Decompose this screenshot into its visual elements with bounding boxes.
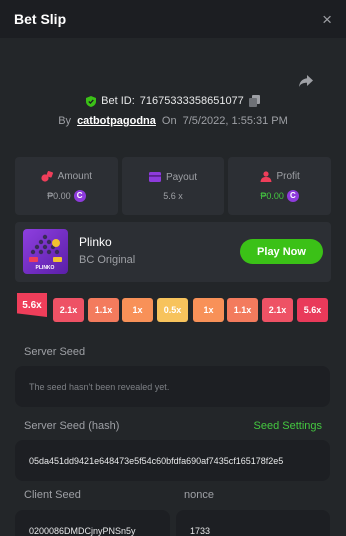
multiplier-tile: 0.5x [157,298,188,322]
profit-icon [260,170,271,182]
multiplier-tile: 1x [122,298,153,322]
amount-icon [40,170,53,182]
stat-amount: Amount ₱0.00 C [15,157,118,215]
result-multiplier-flag: 5.6x [17,293,47,317]
bet-stats: Amount ₱0.00 C Payout 5.6 x Profit ₱0.00… [15,157,332,215]
game-name: Plinko [79,235,112,249]
game-card: PLINKO Plinko BC Original Play Now [15,222,331,282]
copy-icon[interactable] [248,95,260,107]
currency-coin-icon: C [73,189,86,202]
multiplier-tile: 2.1x [53,298,84,322]
bet-author-row: By catbotpagodna On 7/5/2022, 1:55:31 PM [0,115,346,127]
username-link[interactable]: catbotpagodna [77,115,156,127]
on-label: On [161,115,177,127]
profit-value: ₱0.00 [260,190,284,201]
client-seed-field[interactable]: 0200086DMDCjnyPNSn5y [15,510,170,536]
bet-id-row: Bet ID: 71675333358651077 [0,95,346,107]
bet-slip-title: Bet Slip [14,11,67,27]
multiplier-tile: 1.1x [88,298,119,322]
plinko-thumbnail[interactable]: PLINKO [23,229,68,274]
multiplier-tile: 1x [193,298,224,322]
plinko-pyramid-icon: PLINKO [29,234,62,271]
close-icon[interactable]: × [322,11,332,28]
game-provider: BC Original [79,254,136,266]
bet-id-value: 71675333358651077 [139,95,244,107]
server-seed-hash-label: Server Seed (hash) [24,420,120,432]
payout-label: Payout [165,171,198,183]
verified-shield-icon [86,95,97,107]
currency-coin-icon: C [286,189,299,202]
server-seed-label: Server Seed [24,346,86,358]
multiplier-tile: 2.1x [262,298,293,322]
nonce-field[interactable]: 1733 [176,510,330,536]
share-icon[interactable] [298,74,314,88]
plinko-thumb-label: PLINKO [36,265,55,271]
nonce-label: nonce [184,489,214,501]
play-now-button[interactable]: Play Now [240,239,323,264]
bet-datetime: 7/5/2022, 1:55:31 PM [182,115,288,127]
stat-payout: Payout 5.6 x [121,157,225,215]
amount-label: Amount [57,170,93,182]
by-label: By [58,115,72,127]
profit-label: Profit [276,170,300,182]
multiplier-tile: 5.6x [297,298,328,322]
server-seed-field[interactable]: The seed hasn't been revealed yet. [15,366,330,407]
payout-value: 5.6 x [163,190,183,201]
amount-value: ₱0.00 [47,190,71,201]
payout-icon [148,172,161,182]
bet-slip-header: Bet Slip × [0,0,346,38]
seed-settings-link[interactable]: Seed Settings [254,420,323,432]
client-seed-label: Client Seed [24,489,81,501]
bet-id-label: Bet ID: [101,95,135,107]
server-seed-hash-field[interactable]: 05da451dd9421e648473e5f54c60bfdfa690af74… [15,440,330,481]
stat-profit: Profit ₱0.00 C [228,157,332,215]
multiplier-tile: 1.1x [227,298,258,322]
